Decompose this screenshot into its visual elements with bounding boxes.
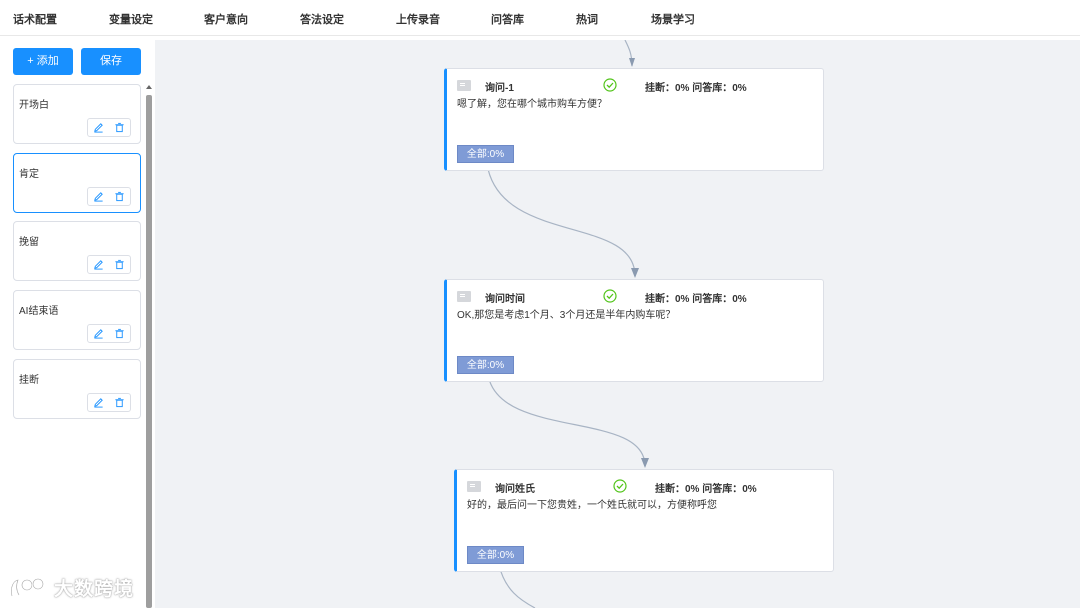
node-card-actions xyxy=(87,118,131,137)
edit-icon[interactable] xyxy=(91,395,107,411)
top-nav: 话术配置 变量设定 客户意向 答法设定 上传录音 问答库 热词 场景学习 xyxy=(0,0,1080,36)
flow-card-ask-surname[interactable]: 询问姓氏 挂断：0% 问答库：0% 好的，最后问一下您贵姓，一个姓氏就可以，方便… xyxy=(454,469,834,572)
flow-card-title: 询问时间 xyxy=(485,294,525,305)
node-card-actions xyxy=(87,187,131,206)
edit-icon[interactable] xyxy=(91,257,107,273)
scroll-thumb[interactable] xyxy=(146,95,152,608)
node-card-actions xyxy=(87,393,131,412)
trash-icon[interactable] xyxy=(112,189,128,205)
trash-icon[interactable] xyxy=(112,257,128,273)
trash-icon[interactable] xyxy=(112,326,128,342)
tab-hot-words[interactable]: 热词 xyxy=(576,11,598,27)
node-card-opening[interactable]: 开场白 xyxy=(13,84,141,144)
save-button[interactable]: 保存 xyxy=(81,48,141,75)
tab-customer-intent[interactable]: 客户意向 xyxy=(204,11,248,27)
tab-answer-settings[interactable]: 答法设定 xyxy=(300,11,344,27)
trash-icon[interactable] xyxy=(112,120,128,136)
node-card-hangup[interactable]: 挂断 xyxy=(13,359,141,419)
flow-card-title: 询问-1 xyxy=(485,83,514,94)
flow-card-stats: 挂断：0% 问答库：0% xyxy=(655,484,757,495)
trash-icon[interactable] xyxy=(112,395,128,411)
node-card-label: AI结束语 xyxy=(19,306,59,317)
flow-card-stats: 挂断：0% 问答库：0% xyxy=(645,83,747,94)
watermark-logo-icon xyxy=(10,577,45,596)
connector-line xyxy=(487,374,646,467)
flow-card-ask-1[interactable]: 询问-1 挂断：0% 问答库：0% 嗯了解，您在哪个城市购车方便？ 全部:0% xyxy=(444,68,824,171)
branch-tag[interactable]: 全部:0% xyxy=(457,356,514,374)
node-card-label: 开场白 xyxy=(19,100,49,111)
tab-upload-recording[interactable]: 上传录音 xyxy=(396,11,440,27)
node-card-ai-closing[interactable]: AI结束语 xyxy=(13,290,141,350)
connector-arrow-icon xyxy=(631,268,639,278)
node-card-actions xyxy=(87,324,131,343)
flow-card-text: 嗯了解，您在哪个城市购车方便？ xyxy=(457,99,607,110)
node-card-actions xyxy=(87,255,131,274)
flow-card-ask-time[interactable]: 询问时间 挂断：0% 问答库：0% OK,那您是考虑1个月、3个月还是半年内购车… xyxy=(444,279,824,382)
connector-arrow-icon xyxy=(629,58,635,67)
watermark: 大数跨境 xyxy=(8,574,134,601)
node-card-label: 挽留 xyxy=(19,237,39,248)
branch-tag[interactable]: 全部:0% xyxy=(467,546,524,564)
node-type-icon xyxy=(467,481,481,492)
branch-tag[interactable]: 全部:0% xyxy=(457,145,514,163)
node-sidebar: + 添加 保存 开场白 肯定 挽留 AI结束语 挂断 xyxy=(0,37,155,608)
tab-qa-library[interactable]: 问答库 xyxy=(491,11,524,27)
scroll-up-arrow-icon[interactable] xyxy=(146,85,152,89)
node-card-label: 肯定 xyxy=(19,169,39,180)
sidebar-scrollbar[interactable] xyxy=(145,85,153,608)
flow-card-stats: 挂断：0% 问答库：0% xyxy=(645,294,747,305)
connector-line xyxy=(486,163,636,277)
node-card-retain[interactable]: 挽留 xyxy=(13,221,141,281)
edit-icon[interactable] xyxy=(91,326,107,342)
flow-card-title: 询问姓氏 xyxy=(495,484,535,495)
node-card-affirm[interactable]: 肯定 xyxy=(13,153,141,213)
node-type-icon xyxy=(457,80,471,91)
edit-icon[interactable] xyxy=(91,120,107,136)
node-type-icon xyxy=(457,291,471,302)
add-button[interactable]: + 添加 xyxy=(13,48,73,75)
flow-card-text: OK,那您是考虑1个月、3个月还是半年内购车呢？ xyxy=(457,310,676,321)
node-card-label: 挂断 xyxy=(19,375,39,386)
flow-canvas[interactable]: 询问-1 挂断：0% 问答库：0% 嗯了解，您在哪个城市购车方便？ 全部:0% … xyxy=(155,40,1080,608)
tab-script-config[interactable]: 话术配置 xyxy=(13,11,57,27)
edit-icon[interactable] xyxy=(91,189,107,205)
tab-scene-learning[interactable]: 场景学习 xyxy=(651,11,695,27)
tab-variables[interactable]: 变量设定 xyxy=(109,11,153,27)
connector-arrow-icon xyxy=(641,458,649,468)
watermark-text: 大数跨境 xyxy=(54,579,135,600)
flow-card-text: 好的，最后问一下您贵姓，一个姓氏就可以，方便称呼您 xyxy=(467,500,717,511)
